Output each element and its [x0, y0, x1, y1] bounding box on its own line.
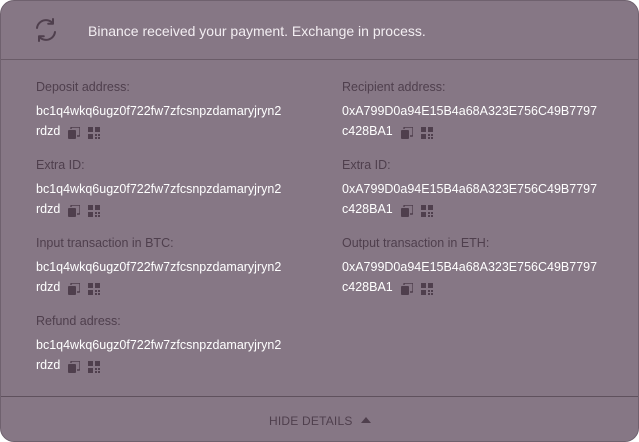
value-line: c428BA1 — [342, 202, 393, 216]
qr-code-icon[interactable] — [420, 203, 433, 217]
output-transaction-value: 0xA799D0a94E15B4a68A323E756C49B7797 c428… — [342, 257, 610, 297]
status-header: Binance received your payment. Exchange … — [1, 1, 638, 60]
extra-id-field: Extra ID: bc1q4wkq6ugz0f722fw7zfcsnpzdam… — [36, 157, 304, 235]
value-line: bc1q4wkq6ugz0f722fw7zfcsnpzdamaryjryn2 — [36, 338, 282, 352]
refresh-icon — [33, 17, 59, 43]
recipient-address-value: 0xA799D0a94E15B4a68A323E756C49B7797 c428… — [342, 101, 610, 141]
details-footer: HIDE DETAILS — [1, 396, 638, 441]
hide-details-button[interactable]: HIDE DETAILS — [269, 414, 371, 428]
recipient-address-field: Recipient address: 0xA799D0a94E15B4a68A3… — [342, 79, 610, 157]
copy-icon[interactable] — [400, 125, 414, 139]
field-label: Deposit address: — [36, 80, 130, 94]
copy-icon[interactable] — [68, 125, 82, 139]
input-transaction-value: bc1q4wkq6ugz0f722fw7zfcsnpzdamaryjryn2 r… — [36, 257, 304, 297]
value-line: bc1q4wkq6ugz0f722fw7zfcsnpzdamaryjryn2 — [36, 260, 282, 274]
value-line: c428BA1 — [342, 280, 393, 294]
recipient-extra-id-value: 0xA799D0a94E15B4a68A323E756C49B7797 c428… — [342, 179, 610, 219]
copy-icon[interactable] — [68, 359, 82, 373]
copy-icon[interactable] — [400, 281, 414, 295]
value-line: rdzd — [36, 358, 61, 372]
hide-details-label: HIDE DETAILS — [269, 414, 353, 428]
input-transaction-field: Input transaction in BTC: bc1q4wkq6ugz0f… — [36, 235, 304, 313]
copy-icon[interactable] — [400, 203, 414, 217]
value-line: rdzd — [36, 124, 61, 138]
qr-code-icon[interactable] — [420, 125, 433, 139]
field-label: Extra ID: — [342, 158, 391, 172]
value-line: 0xA799D0a94E15B4a68A323E756C49B7797 — [342, 104, 598, 118]
value-line: 0xA799D0a94E15B4a68A323E756C49B7797 — [342, 182, 598, 196]
copy-icon[interactable] — [68, 281, 82, 295]
qr-code-icon[interactable] — [88, 125, 101, 139]
extra-id-value: bc1q4wkq6ugz0f722fw7zfcsnpzdamaryjryn2 r… — [36, 179, 304, 219]
recipient-column: Recipient address: 0xA799D0a94E15B4a68A3… — [342, 79, 610, 313]
qr-code-icon[interactable] — [88, 203, 101, 217]
value-line: bc1q4wkq6ugz0f722fw7zfcsnpzdamaryjryn2 — [36, 182, 282, 196]
field-label: Recipient address: — [342, 80, 446, 94]
caret-up-icon — [360, 416, 371, 423]
value-line: c428BA1 — [342, 124, 393, 138]
exchange-details-card: Binance received your payment. Exchange … — [0, 0, 639, 442]
deposit-address-value: bc1q4wkq6ugz0f722fw7zfcsnpzdamaryjryn2 r… — [36, 101, 304, 141]
field-label: Output transaction in ETH: — [342, 236, 490, 250]
qr-code-icon[interactable] — [88, 281, 101, 295]
value-line: 0xA799D0a94E15B4a68A323E756C49B7797 — [342, 260, 598, 274]
refund-address-value: bc1q4wkq6ugz0f722fw7zfcsnpzdamaryjryn2 r… — [36, 335, 304, 375]
field-label: Extra ID: — [36, 158, 85, 172]
deposit-column: Deposit address: bc1q4wkq6ugz0f722fw7zfc… — [36, 79, 304, 391]
value-line: rdzd — [36, 202, 61, 216]
output-transaction-field: Output transaction in ETH: 0xA799D0a94E1… — [342, 235, 610, 313]
copy-icon[interactable] — [68, 203, 82, 217]
value-line: bc1q4wkq6ugz0f722fw7zfcsnpzdamaryjryn2 — [36, 104, 282, 118]
deposit-address-field: Deposit address: bc1q4wkq6ugz0f722fw7zfc… — [36, 79, 304, 157]
status-message: Binance received your payment. Exchange … — [88, 23, 426, 39]
field-label: Input transaction in BTC: — [36, 236, 174, 250]
value-line: rdzd — [36, 280, 61, 294]
refund-address-field: Refund adress: bc1q4wkq6ugz0f722fw7zfcsn… — [36, 313, 304, 391]
qr-code-icon[interactable] — [88, 359, 101, 373]
qr-code-icon[interactable] — [420, 281, 433, 295]
recipient-extra-id-field: Extra ID: 0xA799D0a94E15B4a68A323E756C49… — [342, 157, 610, 235]
field-label: Refund adress: — [36, 314, 121, 328]
